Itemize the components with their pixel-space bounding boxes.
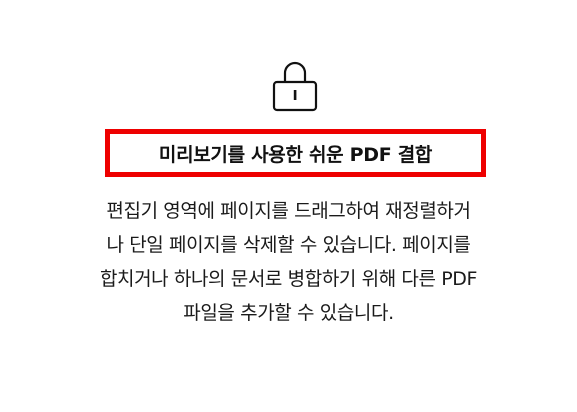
- lock-icon: [270, 56, 320, 112]
- feature-title: 미리보기를 사용한 쉬운 PDF 결합: [158, 143, 433, 166]
- feature-description: 편집기 영역에 페이지를 드래그하여 재정렬하거 나 단일 페이지를 삭제할 수…: [50, 194, 527, 330]
- description-line-1: 편집기 영역에 페이지를 드래그하여 재정렬하거: [106, 200, 471, 222]
- description-line-2: 나 단일 페이지를 삭제할 수 있습니다. 페이지를: [106, 234, 471, 256]
- description-line-4: 파일을 추가할 수 있습니다.: [183, 302, 394, 324]
- description-line-3: 합치거나 하나의 문서로 병합하기 위해 다른 PDF: [99, 268, 478, 290]
- feature-section: 미리보기를 사용한 쉬운 PDF 결합 편집기 영역에 페이지를 드래그하여 재…: [0, 0, 577, 412]
- highlighted-title-box: 미리보기를 사용한 쉬운 PDF 결합: [105, 129, 486, 177]
